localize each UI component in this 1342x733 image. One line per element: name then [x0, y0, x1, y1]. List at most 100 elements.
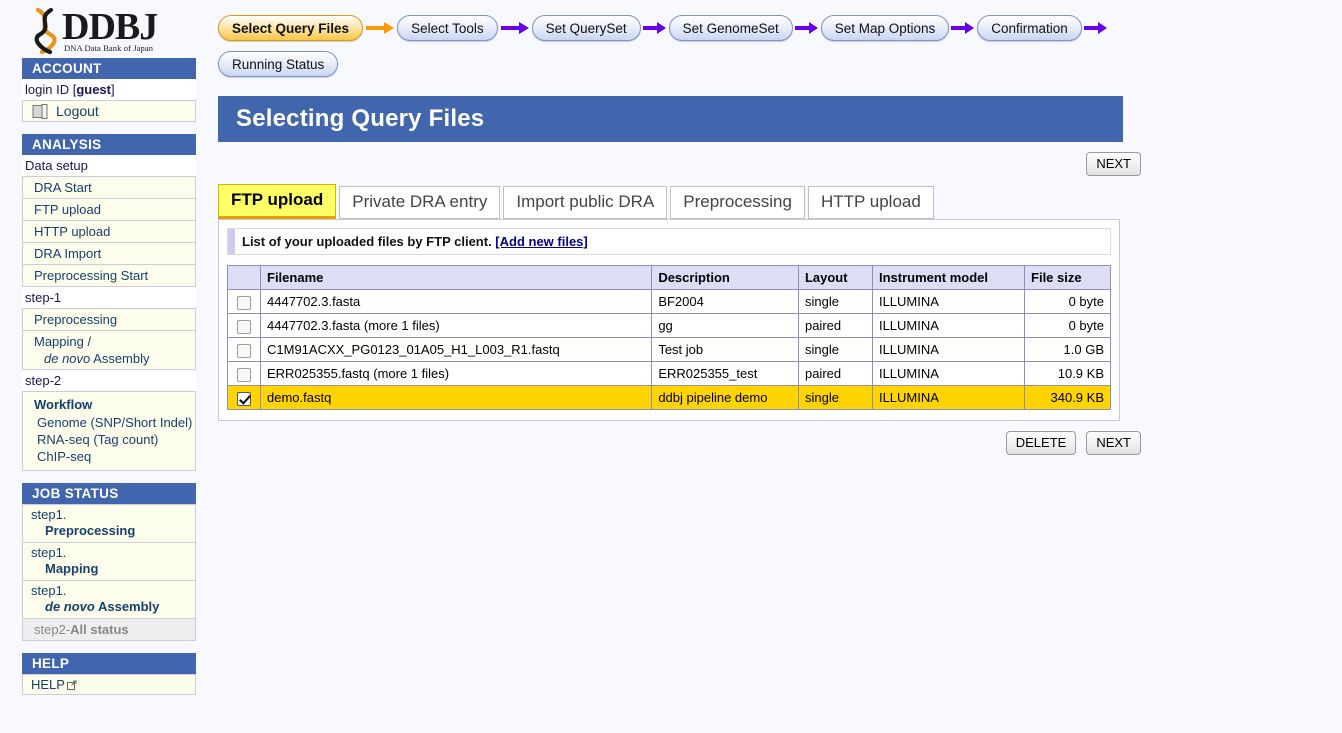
next-button-top[interactable]: NEXT: [1086, 152, 1141, 176]
job-step-0: step1.: [31, 507, 195, 523]
table-row[interactable]: demo.fastq ddbj pipeline demo single ILL…: [228, 386, 1111, 410]
row-checkbox-2[interactable]: [237, 344, 251, 358]
row-checkbox-cell-1[interactable]: [228, 314, 261, 338]
tab-http-upload[interactable]: HTTP upload: [808, 186, 934, 219]
table-row[interactable]: ERR025355.fastq (more 1 files) ERR025355…: [228, 362, 1111, 386]
sidebar-label-step1: step-1: [22, 287, 196, 308]
bottom-button-row: DELETE NEXT: [218, 421, 1141, 455]
row-size-3: 10.9 KB: [1025, 362, 1111, 386]
sidebar-section-help: HELP HELP: [22, 653, 196, 695]
sidebar-item-dra-import[interactable]: DRA Import: [22, 243, 196, 265]
job-status-item-denovo-assembly[interactable]: step1. de novo Assembly: [22, 581, 196, 619]
step-select-tools[interactable]: Select Tools: [397, 15, 498, 41]
table-header-row: Filename Description Layout Instrument m…: [228, 266, 1111, 290]
sidebar-item-logout[interactable]: Logout: [22, 100, 196, 122]
delete-button[interactable]: DELETE: [1006, 431, 1077, 455]
page-title-bar: Selecting Query Files: [218, 96, 1123, 142]
logo-subtitle: DNA Data Bank of Japan: [62, 43, 157, 53]
row-filename-2: C1M91ACXX_PG0123_01A05_H1_L003_R1.fastq: [261, 338, 652, 362]
row-layout-1: paired: [798, 314, 872, 338]
sidebar-group-workflow: Workflow Genome (SNP/Short Indel) RNA-se…: [22, 391, 196, 471]
arrow-right-icon-5: [949, 20, 977, 36]
row-description-4: ddbj pipeline demo: [652, 386, 799, 410]
arrow-right-icon-3: [641, 20, 669, 36]
sidebar-item-preprocessing[interactable]: Preprocessing: [22, 308, 196, 331]
row-checkbox-4[interactable]: [237, 392, 251, 406]
step-set-queryset[interactable]: Set QuerySet: [532, 15, 641, 41]
job-rest-2: Assembly: [95, 599, 160, 614]
step-navigation-row-2: Running Status: [218, 46, 1342, 82]
sidebar: DDBJ DNA Data Bank of Japan ACCOUNT logi…: [0, 0, 200, 733]
sidebar-header-help: HELP: [22, 653, 196, 674]
page-root: DDBJ DNA Data Bank of Japan ACCOUNT logi…: [0, 0, 1342, 733]
row-checkbox-cell-4[interactable]: [228, 386, 261, 410]
sidebar-item-http-upload[interactable]: HTTP upload: [22, 221, 196, 243]
step-confirmation[interactable]: Confirmation: [977, 15, 1082, 41]
job-name-0: Preprocessing: [31, 523, 195, 539]
row-layout-2: single: [798, 338, 872, 362]
external-link-icon: [67, 680, 77, 690]
all-status-prefix: step2-: [34, 622, 70, 637]
step-set-genomeset[interactable]: Set GenomeSet: [669, 15, 793, 41]
sidebar-item-dra-start[interactable]: DRA Start: [22, 176, 196, 199]
next-button-bottom[interactable]: NEXT: [1086, 431, 1141, 455]
sidebar-item-ftp-upload[interactable]: FTP upload: [22, 199, 196, 221]
mapping-assembly: Assembly: [90, 351, 149, 366]
row-checkbox-0[interactable]: [237, 296, 251, 310]
row-instrument-4: ILLUMINA: [872, 386, 1024, 410]
tab-ftp-upload[interactable]: FTP upload: [218, 184, 336, 219]
sidebar-item-preprocessing-start[interactable]: Preprocessing Start: [22, 265, 196, 287]
row-checkbox-cell-2[interactable]: [228, 338, 261, 362]
sidebar-item-help-link[interactable]: HELP: [22, 674, 196, 695]
row-checkbox-cell-0[interactable]: [228, 290, 261, 314]
step-navigation: Select Query Files Select Tools Set Quer…: [200, 0, 1342, 82]
login-id-suffix: ]: [111, 82, 115, 97]
login-id-value: guest: [76, 82, 111, 97]
ddbj-logo: DDBJ DNA Data Bank of Japan: [0, 0, 200, 58]
add-new-files-link[interactable]: [Add new files]: [495, 234, 587, 249]
login-id-prefix: login ID [: [25, 82, 76, 97]
sidebar-item-genome[interactable]: Genome (SNP/Short Indel): [34, 414, 195, 431]
row-checkbox-1[interactable]: [237, 320, 251, 334]
dna-helix-icon: [30, 7, 60, 55]
row-checkbox-3[interactable]: [237, 368, 251, 382]
row-instrument-3: ILLUMINA: [872, 362, 1024, 386]
sidebar-section-job-status: JOB STATUS step1. Preprocessing step1. M…: [22, 483, 196, 641]
sidebar-header-job-status: JOB STATUS: [22, 483, 196, 504]
tab-import-public-dra[interactable]: Import public DRA: [503, 186, 667, 219]
job-name-2: de novo Assembly: [31, 599, 195, 615]
tab-preprocessing[interactable]: Preprocessing: [670, 186, 805, 219]
job-status-item-preprocessing[interactable]: step1. Preprocessing: [22, 504, 196, 543]
step-set-map-options[interactable]: Set Map Options: [821, 15, 950, 41]
row-description-2: Test job: [652, 338, 799, 362]
sidebar-item-mapping-assembly[interactable]: Mapping / de novo Assembly: [22, 331, 196, 370]
row-checkbox-cell-3[interactable]: [228, 362, 261, 386]
sidebar-item-rnaseq[interactable]: RNA-seq (Tag count): [34, 431, 195, 448]
step-running-status[interactable]: Running Status: [218, 51, 338, 77]
table-row[interactable]: 4447702.3.fasta BF2004 single ILLUMINA 0…: [228, 290, 1111, 314]
job-step-1: step1.: [31, 545, 195, 561]
sidebar-item-chipseq[interactable]: ChIP-seq: [34, 448, 195, 465]
mapping-line1: Mapping /: [34, 334, 91, 349]
row-layout-4: single: [798, 386, 872, 410]
step-navigation-row-1: Select Query Files Select Tools Set Quer…: [218, 10, 1342, 46]
row-description-0: BF2004: [652, 290, 799, 314]
main-content: Select Query Files Select Tools Set Quer…: [200, 0, 1342, 733]
column-header-layout: Layout: [798, 266, 872, 290]
row-filename-1: 4447702.3.fasta (more 1 files): [261, 314, 652, 338]
table-row[interactable]: 4447702.3.fasta (more 1 files) gg paired…: [228, 314, 1111, 338]
step-select-query-files[interactable]: Select Query Files: [218, 15, 363, 41]
arrow-right-icon-6: [1082, 20, 1110, 36]
sidebar-label-data-setup: Data setup: [22, 155, 196, 176]
table-row[interactable]: C1M91ACXX_PG0123_01A05_H1_L003_R1.fastq …: [228, 338, 1111, 362]
row-instrument-2: ILLUMINA: [872, 338, 1024, 362]
tab-private-dra-entry[interactable]: Private DRA entry: [339, 186, 500, 219]
row-filename-3: ERR025355.fastq (more 1 files): [261, 362, 652, 386]
row-description-1: gg: [652, 314, 799, 338]
help-link-label: HELP: [31, 677, 65, 692]
job-status-item-mapping[interactable]: step1. Mapping: [22, 543, 196, 581]
tab-bar: FTP upload Private DRA entry Import publ…: [218, 184, 1342, 219]
sidebar-header-analysis: ANALYSIS: [22, 134, 196, 155]
logo-title: DDBJ: [62, 10, 157, 44]
sidebar-label-step2: step-2: [22, 370, 196, 391]
